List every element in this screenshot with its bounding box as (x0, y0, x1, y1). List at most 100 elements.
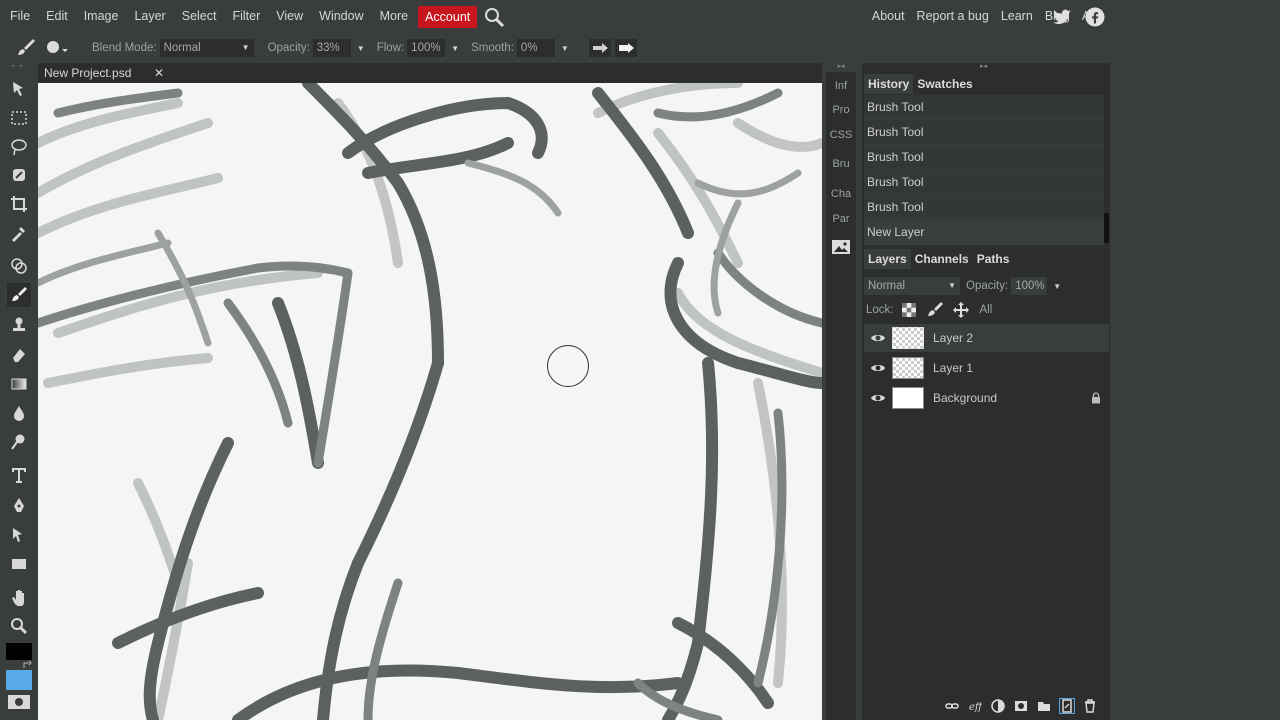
history-scrollbar[interactable] (1104, 213, 1109, 243)
menu-view[interactable]: View (268, 0, 311, 33)
layer-opacity-dropdown-icon[interactable]: ▼ (1053, 282, 1061, 291)
right-panel-grip[interactable]: ▸◂ (980, 62, 987, 70)
pressure-size-toggle-icon[interactable] (614, 39, 637, 57)
document-canvas[interactable] (38, 83, 822, 720)
layer-mask-icon[interactable] (1013, 698, 1029, 714)
close-icon[interactable]: ✕ (154, 63, 164, 83)
properties-panel-tab[interactable]: Pro (826, 104, 856, 116)
link-layers-icon[interactable] (944, 698, 960, 714)
opacity-input[interactable]: 33% (312, 39, 351, 57)
new-layer-icon[interactable] (1059, 698, 1075, 714)
lasso-tool-icon[interactable] (7, 135, 31, 159)
lock-transparency-icon[interactable] (900, 301, 918, 319)
menu-layer[interactable]: Layer (126, 0, 173, 33)
lock-icon[interactable] (1091, 392, 1101, 404)
history-step[interactable]: Brush Tool (864, 170, 1104, 195)
foreground-color-swatch[interactable] (6, 643, 32, 660)
history-step[interactable]: Brush Tool (864, 145, 1104, 170)
character-panel-tab[interactable]: Cha (826, 188, 856, 200)
tab-swatches[interactable]: Swatches (913, 74, 976, 94)
hand-tool-icon[interactable] (7, 585, 31, 609)
background-color-swatch[interactable] (6, 670, 32, 690)
menu-window[interactable]: Window (311, 0, 371, 33)
eye-icon[interactable] (870, 392, 886, 404)
smooth-input[interactable]: 0% (516, 39, 555, 57)
link-about[interactable]: About (866, 0, 911, 33)
twitter-icon[interactable] (1052, 7, 1072, 27)
lock-pixels-icon[interactable] (926, 301, 944, 319)
lock-all-label[interactable]: All (980, 304, 993, 316)
eye-icon[interactable] (870, 332, 886, 344)
quick-mask-icon[interactable] (8, 695, 30, 709)
link-report-bug[interactable]: Report a bug (911, 0, 995, 33)
crop-tool-icon[interactable] (7, 192, 31, 216)
eye-icon[interactable] (870, 362, 886, 374)
lock-position-icon[interactable] (952, 301, 970, 319)
menu-select[interactable]: Select (174, 0, 225, 33)
pen-tool-icon[interactable] (7, 494, 31, 518)
layer-effects-icon[interactable]: eff (967, 698, 983, 714)
layer-opacity-input[interactable]: 100% (1011, 277, 1048, 295)
flow-input[interactable]: 100% (407, 39, 446, 57)
layer-name: Layer 1 (933, 361, 974, 375)
shape-tool-icon[interactable] (7, 552, 31, 576)
image-panel-icon[interactable] (832, 240, 850, 254)
quick-select-tool-icon[interactable] (7, 163, 31, 187)
search-icon[interactable] (483, 6, 505, 28)
new-group-icon[interactable] (1036, 698, 1052, 714)
tab-channels[interactable]: Channels (911, 249, 973, 269)
eyedropper-tool-icon[interactable] (7, 221, 31, 245)
facebook-icon[interactable] (1085, 7, 1105, 27)
marquee-tool-icon[interactable] (7, 106, 31, 130)
layer-row[interactable]: Layer 1 (864, 354, 1109, 382)
blend-mode-select[interactable]: Normal ▼ (159, 39, 254, 57)
history-step[interactable]: Brush Tool (864, 195, 1104, 220)
paragraph-panel-tab[interactable]: Par (826, 213, 856, 225)
layer-name: Background (933, 391, 998, 405)
adjustment-layer-icon[interactable] (990, 698, 1006, 714)
pressure-opacity-toggle-icon[interactable] (588, 39, 611, 57)
blur-tool-icon[interactable] (7, 401, 31, 425)
mini-panel-grip[interactable]: ▸◂ (826, 62, 856, 70)
chevron-down-icon: ▼ (241, 43, 250, 52)
menu-more[interactable]: More (372, 0, 416, 33)
type-tool-icon[interactable] (7, 463, 31, 487)
move-tool-icon[interactable] (7, 77, 31, 101)
zoom-tool-icon[interactable] (7, 614, 31, 638)
menu-file[interactable]: File (0, 0, 38, 33)
menu-image[interactable]: Image (76, 0, 127, 33)
brush-panel-tab[interactable]: Bru (826, 158, 856, 170)
opacity-dropdown-icon[interactable]: ▼ (357, 44, 365, 53)
dodge-tool-icon[interactable] (7, 430, 31, 454)
link-learn[interactable]: Learn (995, 0, 1039, 33)
history-step[interactable]: Brush Tool (864, 120, 1104, 145)
collapsed-panels: ▸◂ Inf Pro CSS Bru Cha Par (826, 63, 856, 720)
path-select-tool-icon[interactable] (7, 523, 31, 547)
eraser-tool-icon[interactable] (7, 343, 31, 367)
brush-tool-icon[interactable] (14, 36, 38, 60)
menu-filter[interactable]: Filter (224, 0, 268, 33)
delete-layer-icon[interactable] (1082, 698, 1098, 714)
layer-blend-mode-select[interactable]: Normal ▼ (864, 277, 960, 295)
history-step[interactable]: New Layer (864, 220, 1104, 245)
menu-edit[interactable]: Edit (38, 0, 76, 33)
account-button[interactable]: Account (418, 5, 478, 28)
history-step[interactable]: Brush Tool (864, 95, 1104, 120)
tab-layers[interactable]: Layers (864, 249, 911, 269)
smooth-dropdown-icon[interactable]: ▼ (561, 44, 569, 53)
healing-tool-icon[interactable] (7, 254, 31, 278)
clone-stamp-tool-icon[interactable] (7, 313, 31, 337)
layer-row[interactable]: Background (864, 384, 1109, 412)
brush-preset-picker[interactable] (44, 36, 70, 60)
flow-dropdown-icon[interactable]: ▼ (451, 44, 459, 53)
swap-colors-icon[interactable] (22, 660, 32, 669)
layer-row[interactable]: Layer 2 (864, 324, 1109, 352)
brush-tool-icon[interactable] (7, 283, 31, 307)
gradient-tool-icon[interactable] (7, 372, 31, 396)
toolbar-grip[interactable]: • • (3, 64, 33, 70)
css-panel-tab[interactable]: CSS (826, 129, 856, 141)
document-tab[interactable]: New Project.psd ✕ (38, 63, 170, 83)
tab-history[interactable]: History (864, 74, 914, 94)
tab-paths[interactable]: Paths (973, 249, 1014, 269)
info-panel-tab[interactable]: Inf (826, 80, 856, 92)
